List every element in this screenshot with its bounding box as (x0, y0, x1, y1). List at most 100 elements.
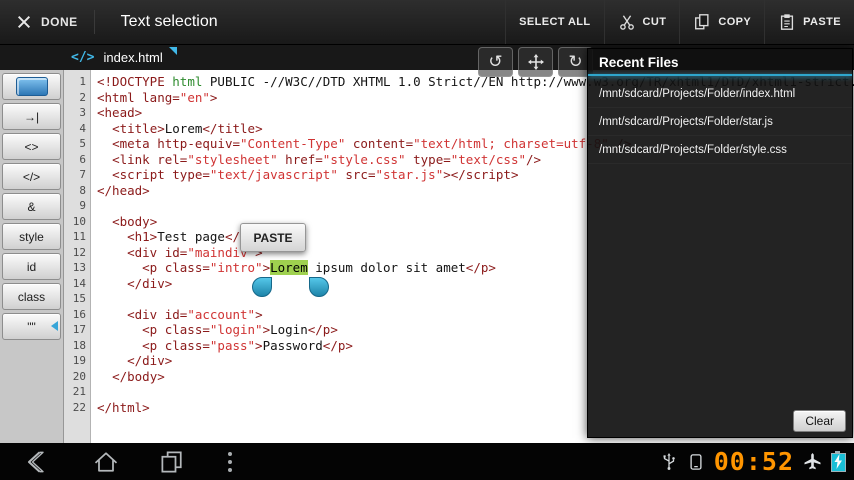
snippet-button-label: →| (23, 109, 40, 124)
snippet-button-1[interactable]: <> (2, 133, 61, 160)
line-number: 3 (79, 106, 86, 119)
code-segment: <script type= (112, 167, 210, 182)
code-segment: <h1> (127, 229, 158, 244)
code-segment: /> (526, 151, 542, 167)
code-segment: ipsum dolor sit amet (307, 260, 466, 275)
undo-button[interactable]: ↺ (478, 47, 513, 77)
code-segment: <html lang= (97, 89, 180, 105)
code-segment: html (172, 74, 203, 89)
line-number: 15 (72, 292, 86, 305)
recent-file-item[interactable]: /mnt/sdcard/Projects/Folder/index.html (588, 80, 852, 108)
snippet-button-7[interactable]: "" (2, 313, 61, 340)
code-segment: src= (337, 167, 376, 182)
undo-icon: ↺ (488, 52, 503, 71)
snippet-button-5[interactable]: id (2, 253, 61, 280)
snippet-button-2[interactable]: </> (2, 163, 61, 190)
snippet-button-6[interactable]: class (2, 283, 61, 310)
snippet-button-label: class (17, 289, 46, 304)
airplane-mode-icon (804, 453, 821, 470)
line-number: 7 (79, 168, 86, 181)
copy-button[interactable]: COPY (679, 0, 764, 44)
line-number: 8 (79, 183, 86, 197)
line-number: 11 (72, 230, 86, 243)
home-button[interactable] (92, 448, 120, 480)
cut-label: CUT (642, 16, 667, 28)
line-number: 16 (72, 307, 86, 321)
code-segment: content= (345, 136, 414, 151)
done-label: DONE (41, 15, 78, 29)
text-selection-handle-left[interactable] (252, 277, 272, 297)
system-nav-bar: 00:52 (0, 443, 854, 480)
snippet-button-4[interactable]: style (2, 223, 61, 250)
charging-bolt-icon (834, 454, 842, 469)
recent-file-item[interactable]: /mnt/sdcard/Projects/Folder/style.css (588, 136, 852, 164)
selection-mode-button[interactable] (2, 73, 61, 100)
tab-corner-marker (168, 47, 177, 55)
screen: DONE Text selection SELECT ALL CUT COPY … (0, 0, 854, 480)
code-segment: </body> (112, 368, 165, 384)
recent-files-panel: Recent Files /mnt/sdcard/Projects/Folder… (587, 48, 853, 438)
status-tray: 00:52 (660, 443, 846, 480)
line-number: 5 (79, 137, 86, 150)
move-button[interactable] (518, 47, 553, 77)
done-button[interactable]: DONE (0, 0, 94, 44)
snippet-sidebar: →| <> </> & style id class "" (0, 70, 64, 443)
code-segment: "stylesheet" (187, 151, 278, 167)
line-number: 9 (79, 199, 86, 212)
tab-index-html[interactable]: index.html (94, 44, 178, 70)
paste-popup-button[interactable]: PASTE (240, 223, 306, 252)
code-segment: type= (405, 151, 451, 167)
snippet-button-label: style (19, 229, 44, 244)
code-segment: "Content-Type" (240, 136, 346, 151)
code-segment: <p class= (142, 322, 210, 337)
code-segment: "style.css" (322, 151, 406, 167)
actionbar-divider (93, 9, 95, 35)
code-segment: </p> (465, 260, 496, 275)
select-all-label: SELECT ALL (519, 16, 591, 28)
code-segment: "account" (187, 306, 256, 322)
recent-file-item[interactable]: /mnt/sdcard/Projects/Folder/star.js (588, 108, 852, 136)
code-brackets-icon: </> (71, 49, 95, 65)
line-number: 21 (72, 385, 86, 398)
page-title: Text selection (120, 13, 218, 30)
code-segment: > (255, 306, 263, 322)
line-number: 10 (72, 214, 86, 228)
recent-apps-button[interactable] (158, 448, 186, 480)
usb-icon (663, 452, 675, 470)
snippet-button-label: & (27, 199, 36, 214)
action-bar: DONE Text selection SELECT ALL CUT COPY … (0, 0, 854, 45)
cut-button[interactable]: CUT (603, 0, 680, 44)
line-number: 14 (72, 276, 86, 290)
text-selection-handle-right[interactable] (309, 277, 329, 297)
paste-icon (781, 14, 794, 30)
snippet-button-0[interactable]: →| (2, 103, 61, 130)
line-number: 12 (72, 245, 86, 259)
menu-overflow-button[interactable] (228, 448, 232, 472)
code-segment: <!DOCTYPE (97, 74, 173, 89)
back-button[interactable] (22, 448, 50, 480)
select-all-button[interactable]: SELECT ALL (505, 0, 603, 44)
code-segment: Test page (157, 229, 225, 244)
snippet-button-3[interactable]: & (2, 193, 61, 220)
line-number: 13 (72, 261, 86, 274)
selection-mode-icon (15, 77, 48, 96)
cut-icon (619, 15, 634, 30)
code-segment: <div id= (127, 244, 188, 260)
code-segment: </p> (307, 322, 338, 337)
paste-label: PASTE (803, 16, 841, 28)
clear-button[interactable]: Clear (793, 410, 846, 432)
snippet-button-label: </> (22, 169, 41, 184)
copy-icon (695, 14, 709, 30)
paste-button[interactable]: PASTE (764, 0, 854, 44)
home-icon (94, 452, 118, 472)
